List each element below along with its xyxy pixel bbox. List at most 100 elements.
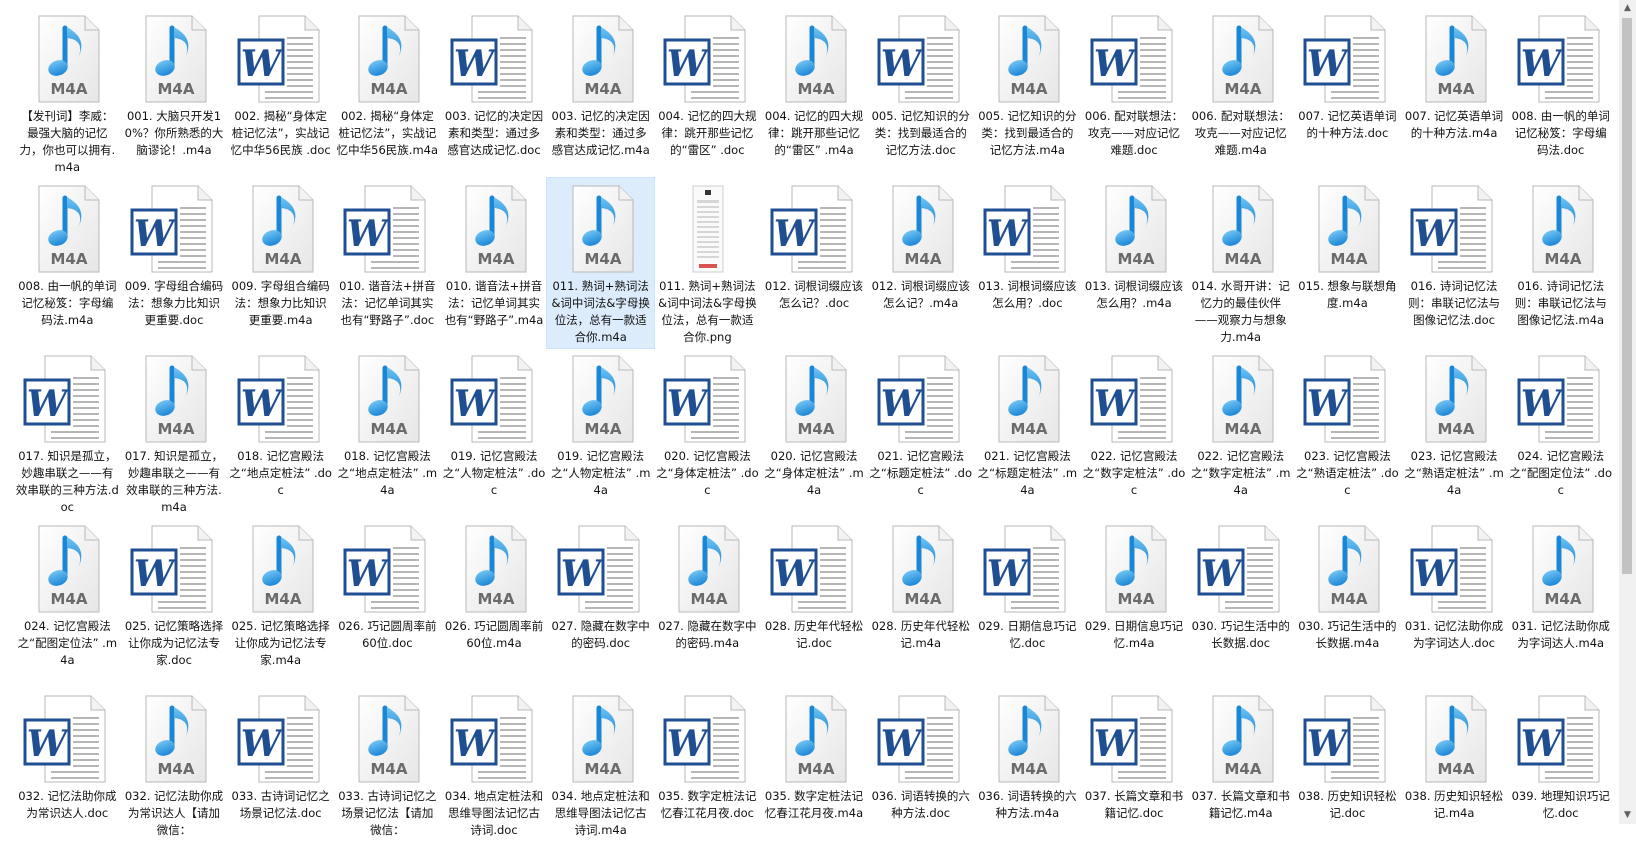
file-item[interactable]: W 016. 诗词记忆法则：串联记忆法与图像记忆法.doc	[1401, 178, 1508, 348]
file-item[interactable]: M4A 019. 记忆宫殿法之“人物定桩法” .m4a	[547, 348, 654, 518]
file-item[interactable]: M4A 016. 诗词记忆法则：串联记忆法与图像记忆法.m4a	[1507, 178, 1614, 348]
file-item[interactable]: W 012. 词根词缀应该怎么记？.doc	[761, 178, 868, 348]
file-item[interactable]: M4A 033. 古诗词记忆之场景记忆法【请加微信：	[334, 688, 441, 858]
vertical-scrollbar[interactable]: ▲ ▼	[1619, 0, 1636, 824]
svg-text:W: W	[454, 43, 498, 85]
file-item[interactable]: M4A 017. 知识是孤立，妙趣串联之——有效串联的三种方法.m4a	[121, 348, 228, 518]
file-item[interactable]: W 004. 记忆的四大规律：跳开那些记忆的“雷区” .doc	[654, 8, 761, 178]
music-note-icon: M4A	[1212, 15, 1274, 103]
file-item[interactable]: W 035. 数字定桩法记忆春江花月夜.doc	[654, 688, 761, 858]
file-item[interactable]: W 005. 记忆知识的分类：找到最适合的记忆方法.doc	[867, 8, 974, 178]
file-item[interactable]: M4A 035. 数字定桩法记忆春江花月夜.m4a	[761, 688, 868, 858]
file-item[interactable]: W 032. 记忆法助你成为常识达人.doc	[14, 688, 121, 858]
file-name: 018. 记忆宫殿法之“地点定桩法” .doc	[229, 449, 332, 497]
file-item[interactable]: W 037. 长篇文章和书籍记忆.doc	[1081, 688, 1188, 858]
file-item[interactable]: W 039. 地理知识巧记忆.doc	[1507, 688, 1614, 858]
file-item[interactable]: W 024. 记忆宫殿法之“配图定位法” .doc	[1507, 348, 1614, 518]
svg-text:M4A: M4A	[904, 590, 941, 608]
file-name: 023. 记忆宫殿法之“熟语定桩法” .m4a	[1404, 449, 1504, 497]
file-icon: M4A	[555, 14, 647, 104]
file-item[interactable]: M4A 029. 日期信息巧记忆.m4a	[1081, 518, 1188, 688]
file-item[interactable]: W 025. 记忆策略选择让你成为记忆法专家.doc	[121, 518, 228, 688]
file-icon: M4A	[1408, 694, 1500, 784]
file-item[interactable]: M4A 021. 记忆宫殿法之“标题定桩法” .m4a	[974, 348, 1081, 518]
file-item[interactable]: M4A 022. 记忆宫殿法之“数字定桩法” .m4a	[1187, 348, 1294, 518]
file-item[interactable]: W 002. 揭秘“身体定桩记忆法”，实战记忆中华56民族 .doc	[227, 8, 334, 178]
file-item[interactable]: W 022. 记忆宫殿法之“数字定桩法” .doc	[1081, 348, 1188, 518]
file-item[interactable]: W 023. 记忆宫殿法之“熟语定桩法” .doc	[1294, 348, 1401, 518]
file-name: 020. 记忆宫殿法之“身体定桩法” .doc	[656, 449, 759, 497]
file-item[interactable]: M4A 008. 由一帆的单词记忆秘笈：字母编码法.m4a	[14, 178, 121, 348]
file-item[interactable]: M4A 038. 历史知识轻松记.m4a	[1401, 688, 1508, 858]
file-item[interactable]: M4A 013. 词根词缀应该怎么用？.m4a	[1081, 178, 1188, 348]
file-item[interactable]: M4A 034. 地点定桩法和思维导图法记忆古诗词.m4a	[547, 688, 654, 858]
file-item[interactable]: W 021. 记忆宫殿法之“标题定桩法” .doc	[867, 348, 974, 518]
file-item[interactable]: M4A 010. 谐音法+拼音法：记忆单词其实也有“野路子”.m4a	[441, 178, 548, 348]
file-item[interactable]: M4A 011. 熟词+熟词法&词中词法&字母换位法，总有一款适合你.m4a	[546, 177, 656, 349]
scrollbar-thumb[interactable]	[1622, 18, 1632, 574]
file-item[interactable]: M4A 030. 巧记生活中的长数据.m4a	[1294, 518, 1401, 688]
svg-text:M4A: M4A	[584, 420, 621, 438]
file-item[interactable]: W 010. 谐音法+拼音法：记忆单词其实也有“野路子”.doc	[334, 178, 441, 348]
music-note-icon: M4A	[785, 695, 847, 783]
file-item[interactable]: M4A 025. 记忆策略选择让你成为记忆法专家.m4a	[227, 518, 334, 688]
file-name: 012. 词根词缀应该怎么记？.doc	[764, 279, 864, 310]
file-item[interactable]: M4A 037. 长篇文章和书籍记忆.m4a	[1187, 688, 1294, 858]
file-item[interactable]: W 008. 由一帆的单词记忆秘笈：字母编码法.doc	[1507, 8, 1614, 178]
file-item[interactable]: M4A 028. 历史年代轻松记.m4a	[867, 518, 974, 688]
file-item[interactable]: W 033. 古诗词记忆之场景记忆法.doc	[227, 688, 334, 858]
file-item[interactable]: M4A 023. 记忆宫殿法之“熟语定桩法” .m4a	[1401, 348, 1508, 518]
file-item[interactable]: W 009. 字母组合编码法：想象力比知识更重要.doc	[121, 178, 228, 348]
file-item[interactable]: W 036. 词语转换的六种方法.doc	[867, 688, 974, 858]
file-item[interactable]: W 007. 记忆英语单词的十种方法.doc	[1294, 8, 1401, 178]
word-document-icon: W	[983, 525, 1066, 613]
file-name: 003. 记忆的决定因素和类型：通过多感官达成记忆.m4a	[551, 109, 650, 157]
word-document-icon: W	[343, 185, 426, 273]
file-item[interactable]: W 018. 记忆宫殿法之“地点定桩法” .doc	[227, 348, 334, 518]
svg-text:M4A: M4A	[158, 760, 195, 778]
file-item[interactable]: M4A 026. 巧记圆周率前60位.m4a	[441, 518, 548, 688]
file-item[interactable]: M4A 018. 记忆宫殿法之“地点定桩法” .m4a	[334, 348, 441, 518]
file-item[interactable]: M4A 014. 水哥开讲：记忆力的最佳伙伴——观察力与想象力.m4a	[1187, 178, 1294, 348]
file-item[interactable]: M4A 024. 记忆宫殿法之“配图定位法” .m4a	[14, 518, 121, 688]
file-item[interactable]: W 026. 巧记圆周率前60位.doc	[334, 518, 441, 688]
file-item[interactable]: M4A 003. 记忆的决定因素和类型：通过多感官达成记忆.m4a	[547, 8, 654, 178]
file-item[interactable]: W 031. 记忆法助你成为字词达人.doc	[1401, 518, 1508, 688]
file-item[interactable]: W 006. 配对联想法：攻克——对应记忆难题.doc	[1081, 8, 1188, 178]
file-item[interactable]: M4A 031. 记忆法助你成为字词达人.m4a	[1507, 518, 1614, 688]
scroll-down-arrow-icon[interactable]: ▼	[1619, 807, 1636, 824]
music-note-icon: M4A	[465, 525, 527, 613]
file-name: 025. 记忆策略选择让你成为记忆法专家.doc	[124, 619, 224, 667]
file-item[interactable]: M4A 004. 记忆的四大规律：跳开那些记忆的“雷区” .m4a	[761, 8, 868, 178]
file-item[interactable]: M4A 020. 记忆宫殿法之“身体定桩法” .m4a	[761, 348, 868, 518]
file-item[interactable]: M4A 012. 词根词缀应该怎么记？.m4a	[867, 178, 974, 348]
file-item[interactable]: W 013. 词根词缀应该怎么用？.doc	[974, 178, 1081, 348]
file-item[interactable]: M4A 027. 隐藏在数字中的密码.m4a	[654, 518, 761, 688]
file-item[interactable]: W 003. 记忆的决定因素和类型：通过多感官达成记忆.doc	[441, 8, 548, 178]
file-item[interactable]: W 034. 地点定桩法和思维导图法记忆古诗词.doc	[441, 688, 548, 858]
file-item[interactable]: W 027. 隐藏在数字中的密码.doc	[547, 518, 654, 688]
file-item[interactable]: W 029. 日期信息巧记忆.doc	[974, 518, 1081, 688]
file-item[interactable]: W 038. 历史知识轻松记.doc	[1294, 688, 1401, 858]
svg-text:W: W	[1094, 723, 1138, 765]
file-item[interactable]: M4A 005. 记忆知识的分类：找到最适合的记忆方法.m4a	[974, 8, 1081, 178]
svg-text:M4A: M4A	[51, 80, 88, 98]
scroll-up-arrow-icon[interactable]: ▲	[1619, 0, 1636, 17]
file-item[interactable]: W 017. 知识是孤立，妙趣串联之——有效串联的三种方法.doc	[14, 348, 121, 518]
file-row: M4A 024. 记忆宫殿法之“配图定位法” .m4a W 025. 记忆策略选…	[14, 518, 1614, 688]
file-item[interactable]: M4A 009. 字母组合编码法：想象力比知识更重要.m4a	[227, 178, 334, 348]
file-item[interactable]: M4A 015. 想象与联想角度.m4a	[1294, 178, 1401, 348]
file-item[interactable]: M4A 007. 记忆英语单词的十种方法.m4a	[1401, 8, 1508, 178]
file-item[interactable]: M4A 036. 词语转换的六种方法.m4a	[974, 688, 1081, 858]
file-item[interactable]: W 019. 记忆宫殿法之“人物定桩法” .doc	[441, 348, 548, 518]
file-item[interactable]: W 020. 记忆宫殿法之“身体定桩法” .doc	[654, 348, 761, 518]
file-item[interactable]: M4A 006. 配对联想法：攻克——对应记忆难题.m4a	[1187, 8, 1294, 178]
file-item[interactable]: M4A 032. 记忆法助你成为常识达人【请加微信：	[121, 688, 228, 858]
file-item[interactable]: W 028. 历史年代轻松记.doc	[761, 518, 868, 688]
file-item[interactable]: M4A 002. 揭秘“身体定桩记忆法”，实战记忆中华56民族.m4a	[334, 8, 441, 178]
file-name: 011. 熟词+熟词法&词中词法&字母换位法，总有一款适合你.m4a	[551, 279, 650, 344]
file-item[interactable]: M4A 【发刊词】李威：最强大脑的记忆力，你也可以拥有.m4a	[14, 8, 121, 178]
file-item[interactable]: W 030. 巧记生活中的长数据.doc	[1187, 518, 1294, 688]
file-item[interactable]: 011. 熟词+熟词法&词中词法&字母换位法，总有一款适合你.png	[654, 178, 761, 348]
file-item[interactable]: M4A 001. 大脑只开发10%？你所熟悉的大脑谬论！.m4a	[121, 8, 228, 178]
